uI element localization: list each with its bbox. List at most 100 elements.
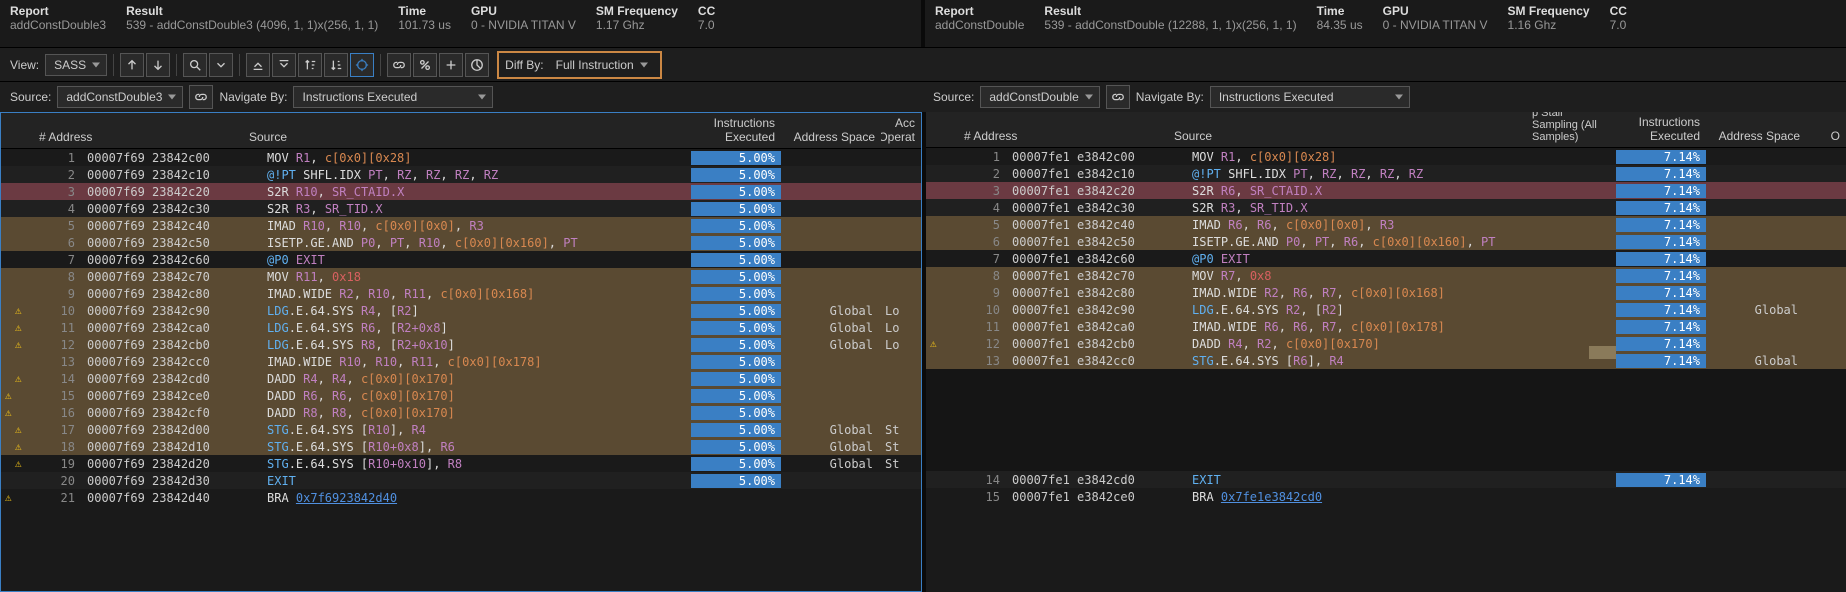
source-cell: S2R R6, SR_CTAID.X: [1168, 184, 1526, 198]
view-select[interactable]: SASS: [45, 54, 107, 76]
nav-up-button[interactable]: [120, 53, 144, 77]
source-cell: DADD R4, R2, c[0x0][0x170]: [1168, 337, 1526, 351]
code-row[interactable]: 300007fe1 e3842c20S2R R6, SR_CTAID.X7.14…: [926, 182, 1846, 199]
code-row[interactable]: 1500007fe1 e3842ce0BRA 0x7fe1e3842cd0: [926, 488, 1846, 505]
code-row[interactable]: 1000007fe1 e3842c90LDG.E.64.SYS R2, [R2]…: [926, 301, 1846, 318]
code-row[interactable]: 600007f69 23842c50ISETP.GE.AND P0, PT, R…: [1, 234, 921, 251]
code-row[interactable]: [926, 420, 1846, 437]
pct-cell: 5.00%: [691, 270, 781, 284]
code-row[interactable]: ⚠1700007f69 23842d00STG.E.64.SYS [R10], …: [1, 421, 921, 438]
code-row[interactable]: ⚠2100007f69 23842d40BRA 0x7f6923842d40: [1, 489, 921, 506]
code-row[interactable]: [926, 454, 1846, 471]
nav-down-button[interactable]: [146, 53, 170, 77]
stall-header[interactable]: p Stall Sampling (All Samples): [1526, 112, 1616, 147]
search-button[interactable]: [183, 53, 207, 77]
pct-cell: 5.00%: [691, 423, 781, 437]
code-row[interactable]: 1100007fe1 e3842ca0IMAD.WIDE R6, R6, R7,…: [926, 318, 1846, 335]
code-row[interactable]: ⚠1000007f69 23842c90LDG.E.64.SYS R4, [R2…: [1, 302, 921, 319]
sort-desc-button[interactable]: [324, 53, 348, 77]
code-row[interactable]: ⚠1200007fe1 e3842cb0DADD R4, R2, c[0x0][…: [926, 335, 1846, 352]
pct-cell: 5.00%: [691, 219, 781, 233]
acc-op-header[interactable]: Acc Operat: [881, 113, 921, 148]
source-panel-left: Source: addConstDouble3 Navigate By: Ins…: [0, 82, 923, 112]
code-row[interactable]: ⚠1500007f69 23842ce0DADD R6, R6, c[0x0][…: [1, 387, 921, 404]
code-row[interactable]: 400007fe1 e3842c30S2R R3, SR_TID.X7.14%: [926, 199, 1846, 216]
addr-space-header[interactable]: Address Space: [781, 113, 881, 148]
line-number: 3: [33, 185, 83, 199]
code-row[interactable]: 1400007fe1 e3842cd0EXIT7.14%: [926, 471, 1846, 488]
code-row[interactable]: 200007f69 23842c10@!PT SHFL.IDX PT, RZ, …: [1, 166, 921, 183]
source-cell: DADD R6, R6, c[0x0][0x170]: [243, 389, 691, 403]
diff-by-select[interactable]: Full Instruction: [548, 54, 654, 76]
code-row[interactable]: ⚠1400007f69 23842cd0DADD R4, R4, c[0x0][…: [1, 370, 921, 387]
code-row[interactable]: [926, 386, 1846, 403]
code-row[interactable]: 800007fe1 e3842c70MOV R7, 0x87.14%: [926, 267, 1846, 284]
crosshair-button[interactable]: [350, 53, 374, 77]
navigate-select-left[interactable]: Instructions Executed: [293, 86, 493, 108]
address-header[interactable]: # Address: [33, 113, 243, 148]
source-cell: IMAD.WIDE R2, R10, R11, c[0x0][0x168]: [243, 287, 691, 301]
search-options-button[interactable]: [209, 53, 233, 77]
code-row[interactable]: 100007f69 23842c00MOV R1, c[0x0][0x28]5.…: [1, 149, 921, 166]
source-cell: STG.E.64.SYS [R10+0x8], R6: [243, 440, 691, 454]
source-select-left[interactable]: addConstDouble3: [57, 86, 183, 108]
code-row[interactable]: 800007f69 23842c70MOV R11, 0x185.00%: [1, 268, 921, 285]
percent-button[interactable]: [413, 53, 437, 77]
pie-button[interactable]: [465, 53, 489, 77]
code-row[interactable]: 900007f69 23842c80IMAD.WIDE R2, R10, R11…: [1, 285, 921, 302]
code-row[interactable]: 200007fe1 e3842c10@!PT SHFL.IDX PT, RZ, …: [926, 165, 1846, 182]
source-cell: BRA 0x7fe1e3842cd0: [1168, 490, 1526, 504]
grid-body-left[interactable]: 100007f69 23842c00MOV R1, c[0x0][0x28]5.…: [1, 149, 921, 591]
pct-cell: 5.00%: [691, 236, 781, 250]
code-row[interactable]: 600007fe1 e3842c50ISETP.GE.AND P0, PT, R…: [926, 233, 1846, 250]
source-link-button-left[interactable]: [189, 85, 213, 109]
code-row[interactable]: [926, 437, 1846, 454]
code-row[interactable]: 900007fe1 e3842c80IMAD.WIDE R2, R6, R7, …: [926, 284, 1846, 301]
source-select-right[interactable]: addConstDouble: [980, 86, 1099, 108]
source-cell: S2R R3, SR_TID.X: [1168, 201, 1526, 215]
address-cell: 00007fe1 e3842c30: [1008, 201, 1168, 215]
code-row[interactable]: 300007f69 23842c20S2R R10, SR_CTAID.X5.0…: [1, 183, 921, 200]
code-row[interactable]: 100007fe1 e3842c00MOV R1, c[0x0][0x28]7.…: [926, 148, 1846, 165]
code-row[interactable]: 700007fe1 e3842c60@P0 EXIT7.14%: [926, 250, 1846, 267]
line-number: 12: [958, 337, 1008, 351]
source-cell: MOV R7, 0x8: [1168, 269, 1526, 283]
space-cell: Global: [781, 423, 881, 437]
source-cell: IMAD.WIDE R10, R10, R11, c[0x0][0x178]: [243, 355, 691, 369]
source-cell: ISETP.GE.AND P0, PT, R6, c[0x0][0x160], …: [1168, 235, 1526, 249]
address-cell: 00007fe1 e3842c70: [1008, 269, 1168, 283]
source-link-button-right[interactable]: [1106, 85, 1130, 109]
code-row[interactable]: 400007f69 23842c30S2R R3, SR_TID.X5.00%: [1, 200, 921, 217]
code-row[interactable]: 1300007fe1 e3842cc0STG.E.64.SYS [R6], R4…: [926, 352, 1846, 369]
code-row[interactable]: 500007fe1 e3842c40IMAD R6, R6, c[0x0][0x…: [926, 216, 1846, 233]
op-cell: Lo: [881, 321, 921, 335]
instr-exec-header[interactable]: Instructions Executed: [691, 113, 781, 148]
code-row[interactable]: [926, 369, 1846, 386]
code-row[interactable]: 700007f69 23842c60@P0 EXIT5.00%: [1, 251, 921, 268]
code-panel-right: # Address Source p Stall Sampling (All S…: [926, 112, 1846, 592]
address-cell: 00007f69 23842cc0: [83, 355, 243, 369]
code-row[interactable]: ⚠1600007f69 23842cf0DADD R8, R8, c[0x0][…: [1, 404, 921, 421]
code-row[interactable]: ⚠1800007f69 23842d10STG.E.64.SYS [R10+0x…: [1, 438, 921, 455]
address-cell: 00007f69 23842ca0: [83, 321, 243, 335]
cc-value: 7.0: [698, 18, 715, 32]
code-row[interactable]: [926, 403, 1846, 420]
code-row[interactable]: 1300007f69 23842cc0IMAD.WIDE R10, R10, R…: [1, 353, 921, 370]
add-button[interactable]: [439, 53, 463, 77]
navigate-select-right[interactable]: Instructions Executed: [1210, 86, 1410, 108]
report-label: Report: [10, 4, 106, 18]
source-cell: LDG.E.64.SYS R4, [R2]: [243, 304, 691, 318]
code-row[interactable]: ⚠1100007f69 23842ca0LDG.E.64.SYS R6, [R2…: [1, 319, 921, 336]
grid-body-right[interactable]: 100007fe1 e3842c00MOV R1, c[0x0][0x28]7.…: [926, 148, 1846, 592]
code-row[interactable]: 2000007f69 23842d30EXIT5.00%: [1, 472, 921, 489]
code-row[interactable]: ⚠1200007f69 23842cb0LDG.E.64.SYS R8, [R2…: [1, 336, 921, 353]
code-row[interactable]: 500007f69 23842c40IMAD R10, R10, c[0x0][…: [1, 217, 921, 234]
link-button[interactable]: [387, 53, 411, 77]
expand-button[interactable]: [272, 53, 296, 77]
code-row[interactable]: ⚠1900007f69 23842d20STG.E.64.SYS [R10+0x…: [1, 455, 921, 472]
line-number: 1: [33, 151, 83, 165]
source-header[interactable]: Source: [243, 113, 691, 148]
line-number: 10: [958, 303, 1008, 317]
collapse-button[interactable]: [246, 53, 270, 77]
sort-asc-button[interactable]: [298, 53, 322, 77]
